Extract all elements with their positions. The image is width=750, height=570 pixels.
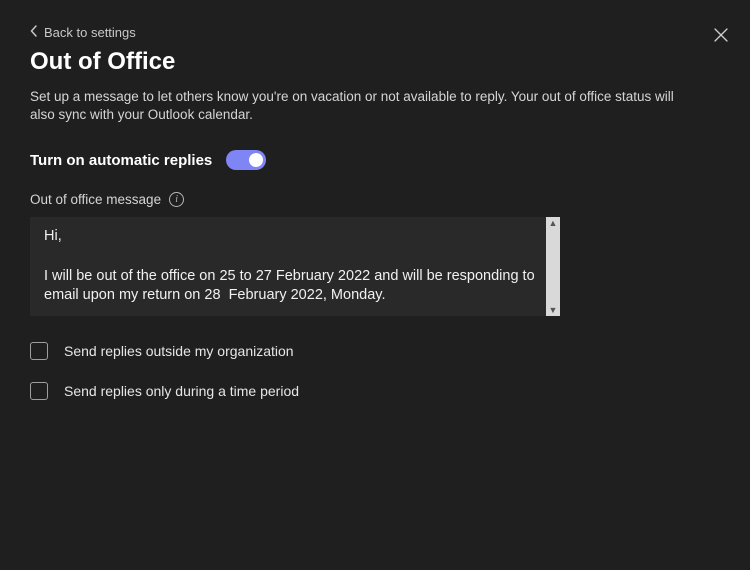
back-link-label: Back to settings	[44, 25, 136, 40]
message-field-label: Out of office message	[30, 192, 161, 207]
automatic-replies-row: Turn on automatic replies	[30, 150, 720, 170]
back-to-settings-link[interactable]: Back to settings	[30, 25, 136, 40]
automatic-replies-toggle[interactable]	[226, 150, 266, 170]
info-icon[interactable]: i	[169, 192, 184, 207]
page-title: Out of Office	[30, 48, 720, 76]
editor-scrollbar[interactable]: ▲ ▼	[546, 217, 560, 315]
out-of-office-panel: Back to settings Out of Office Set up a …	[0, 0, 750, 570]
message-label-row: Out of office message i	[30, 192, 720, 207]
page-description: Set up a message to let others know you'…	[30, 88, 690, 124]
time-period-checkbox[interactable]	[30, 382, 48, 400]
scroll-up-icon[interactable]: ▲	[549, 217, 558, 229]
chevron-left-icon	[30, 25, 38, 40]
send-outside-org-label: Send replies outside my organization	[64, 343, 294, 359]
scroll-down-icon[interactable]: ▼	[549, 304, 558, 316]
time-period-row[interactable]: Send replies only during a time period	[30, 382, 720, 400]
toggle-knob	[249, 153, 263, 167]
message-editor-wrap: Hi, I will be out of the office on 25 to…	[30, 217, 560, 315]
time-period-label: Send replies only during a time period	[64, 383, 299, 399]
close-button[interactable]	[714, 28, 730, 44]
automatic-replies-label: Turn on automatic replies	[30, 152, 212, 169]
send-outside-org-checkbox[interactable]	[30, 342, 48, 360]
message-editor[interactable]: Hi, I will be out of the office on 25 to…	[30, 217, 560, 315]
send-outside-org-row[interactable]: Send replies outside my organization	[30, 342, 720, 360]
close-icon	[714, 29, 728, 46]
